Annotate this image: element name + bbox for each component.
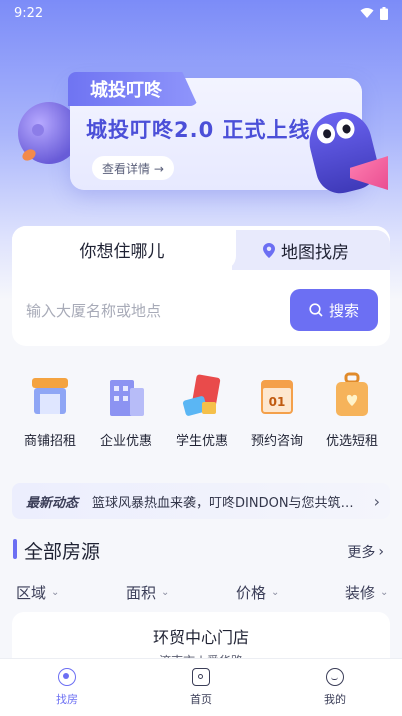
profile-icon [326, 668, 344, 686]
chevron-down-icon: ⌄ [380, 587, 389, 598]
banner-headline: 城投叮咚2.0 正式上线 [86, 118, 311, 142]
filter-decoration[interactable]: 装修 ⌄ [345, 582, 388, 603]
news-text: 篮球风暴热血来袭，叮咚DINDON与您共筑青... [92, 495, 355, 511]
calendar-icon: 01 [253, 372, 301, 420]
category-appointment[interactable]: 01 预约咨询 [243, 372, 311, 449]
book-coupon-icon [178, 372, 226, 420]
search-input[interactable]: 输入大厦名称或地点 [26, 300, 161, 321]
category-label: 商铺招租 [23, 434, 76, 449]
battery-icon [380, 6, 388, 20]
mascot-eye [314, 121, 338, 146]
nav-home[interactable]: 首页 [161, 668, 241, 707]
more-button[interactable]: 更多 › [347, 542, 384, 562]
category-shop-rental[interactable]: 商铺招租 [16, 372, 84, 449]
filter-label: 价格 [236, 584, 267, 602]
svg-text:01: 01 [269, 395, 286, 409]
search-button-label: 搜索 [328, 301, 359, 320]
view-details-button[interactable]: 查看详情 → [92, 156, 174, 180]
filter-price[interactable]: 价格 ⌄ [236, 582, 279, 603]
tab-where-label: 你想住哪儿 [79, 241, 165, 262]
category-student-discount[interactable]: 学生优惠 [168, 372, 236, 449]
chevron-right-icon: › [373, 491, 380, 511]
section-title: 全部房源 [24, 541, 101, 563]
news-tag: 最新动态 [26, 495, 79, 511]
tab-where-to-live[interactable]: 你想住哪儿 [12, 226, 232, 272]
chevron-down-icon: ⌄ [161, 587, 170, 598]
filter-label: 装修 [345, 584, 376, 602]
chevron-down-icon: ⌄ [51, 587, 60, 598]
nav-label: 找房 [56, 693, 78, 706]
filter-label: 区域 [16, 584, 47, 602]
tab-map-search[interactable]: 地图找房 [208, 230, 390, 270]
category-label: 优选短租 [325, 434, 378, 449]
filter-size[interactable]: 面积 ⌄ [126, 582, 169, 603]
nav-profile[interactable]: 我的 [295, 668, 375, 707]
category-label: 学生优惠 [175, 434, 228, 449]
chevron-right-icon: › [378, 544, 384, 560]
more-label: 更多 [347, 545, 376, 561]
nav-label: 首页 [190, 693, 212, 706]
bottom-nav: 找房 首页 我的 [0, 658, 402, 716]
luggage-icon [328, 372, 376, 420]
search-icon [309, 303, 323, 317]
category-short-rent[interactable]: 优选短租 [318, 372, 386, 449]
filter-area[interactable]: 区域 ⌄ [16, 582, 59, 603]
chevron-down-icon: ⌄ [271, 587, 280, 598]
mascot-eye [334, 116, 357, 141]
category-enterprise-discount[interactable]: 企业优惠 [92, 372, 160, 449]
shop-icon [26, 372, 74, 420]
category-label: 预约咨询 [250, 434, 303, 449]
nav-find-house[interactable]: 找房 [27, 668, 107, 707]
status-time: 9:22 [14, 5, 44, 21]
home-icon [192, 668, 210, 686]
location-pin-icon [263, 242, 275, 258]
category-label: 企业优惠 [99, 434, 152, 449]
search-button[interactable]: 搜索 [290, 289, 378, 331]
section-accent-bar [13, 539, 17, 559]
status-icons [360, 6, 388, 20]
building-icon [102, 372, 150, 420]
wifi-icon [360, 8, 374, 18]
filter-label: 面积 [126, 584, 157, 602]
news-ticker[interactable]: 最新动态 篮球风暴热血来袭，叮咚DINDON与您共筑青... › [12, 483, 390, 519]
find-house-icon [58, 668, 76, 686]
listing-name: 环贸中心门店 [152, 628, 249, 647]
status-bar: 9:22 [0, 0, 402, 26]
banner-tag: 城投叮咚 [68, 72, 198, 106]
nav-label: 我的 [324, 693, 346, 706]
tab-map-label: 地图找房 [281, 242, 349, 263]
